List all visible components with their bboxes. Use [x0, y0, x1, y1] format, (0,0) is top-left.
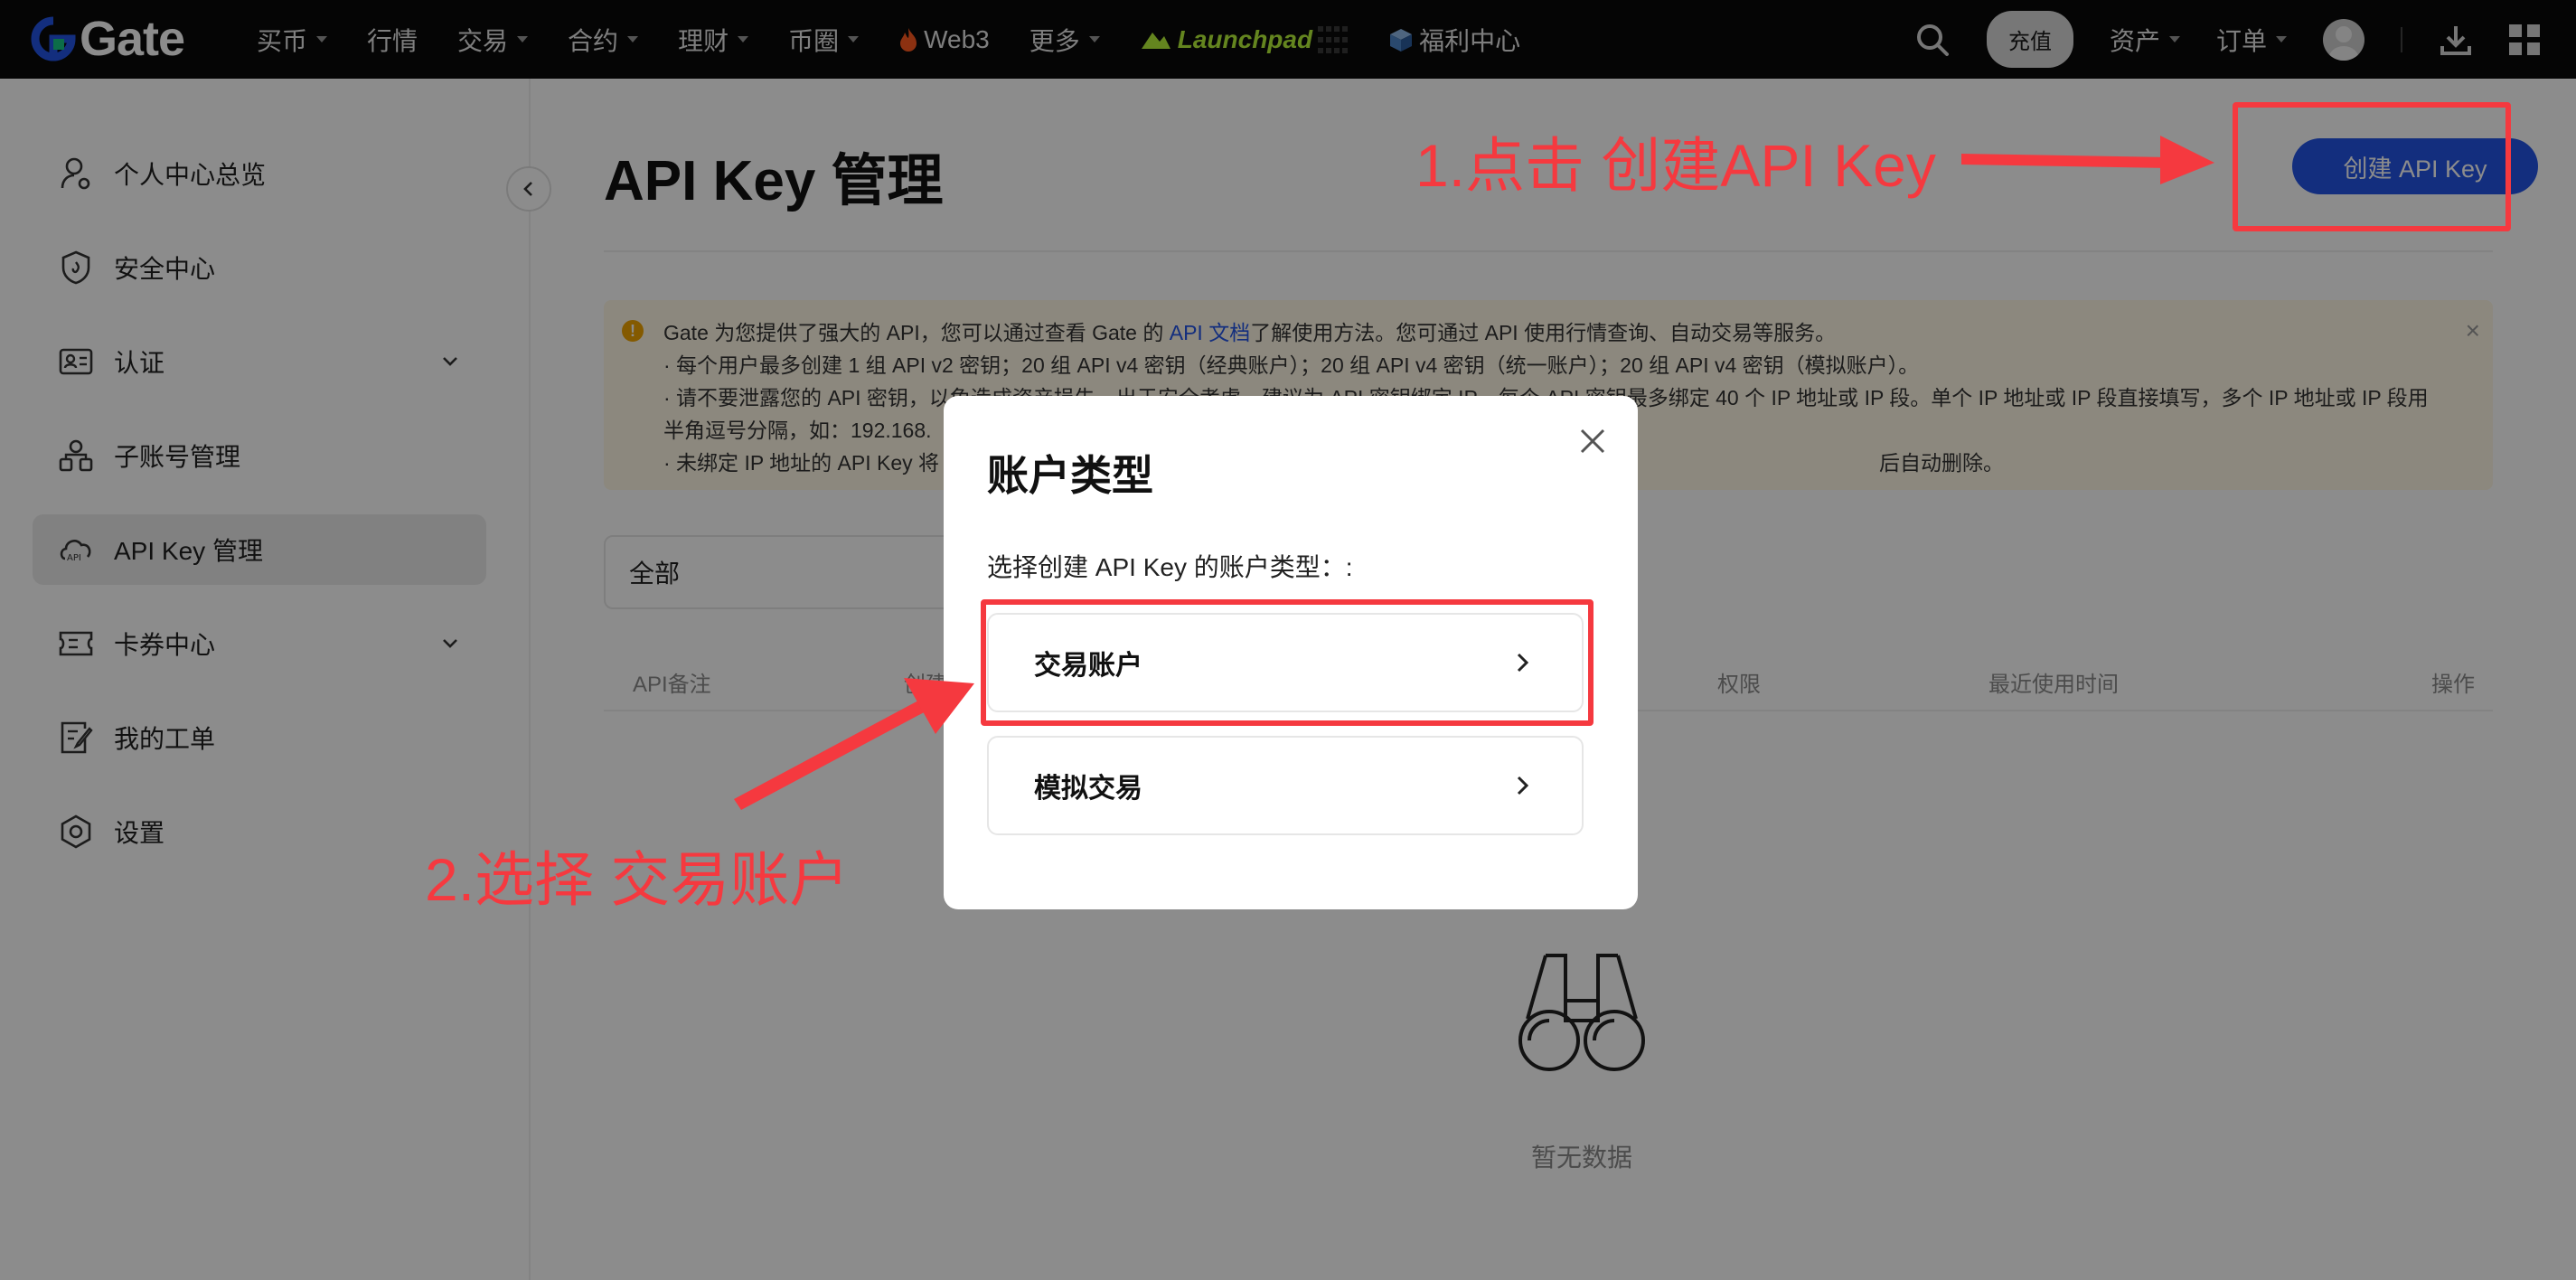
annotation-step-1: 1.点击 创建API Key: [1415, 132, 1936, 199]
option-demo-trading[interactable]: 模拟交易: [987, 736, 1584, 835]
chevron-right-icon: [1517, 776, 1529, 795]
annotation-box-trading-account: [981, 599, 1594, 726]
modal-title: 账户类型: [987, 452, 1153, 499]
close-icon[interactable]: [1575, 423, 1611, 459]
modal-subtitle: 选择创建 API Key 的账户类型：:: [987, 553, 1353, 581]
annotation-box-create: [2233, 102, 2511, 231]
annotation-step-2: 2.选择 交易账户: [425, 846, 850, 913]
option-label: 模拟交易: [1034, 774, 1142, 804]
